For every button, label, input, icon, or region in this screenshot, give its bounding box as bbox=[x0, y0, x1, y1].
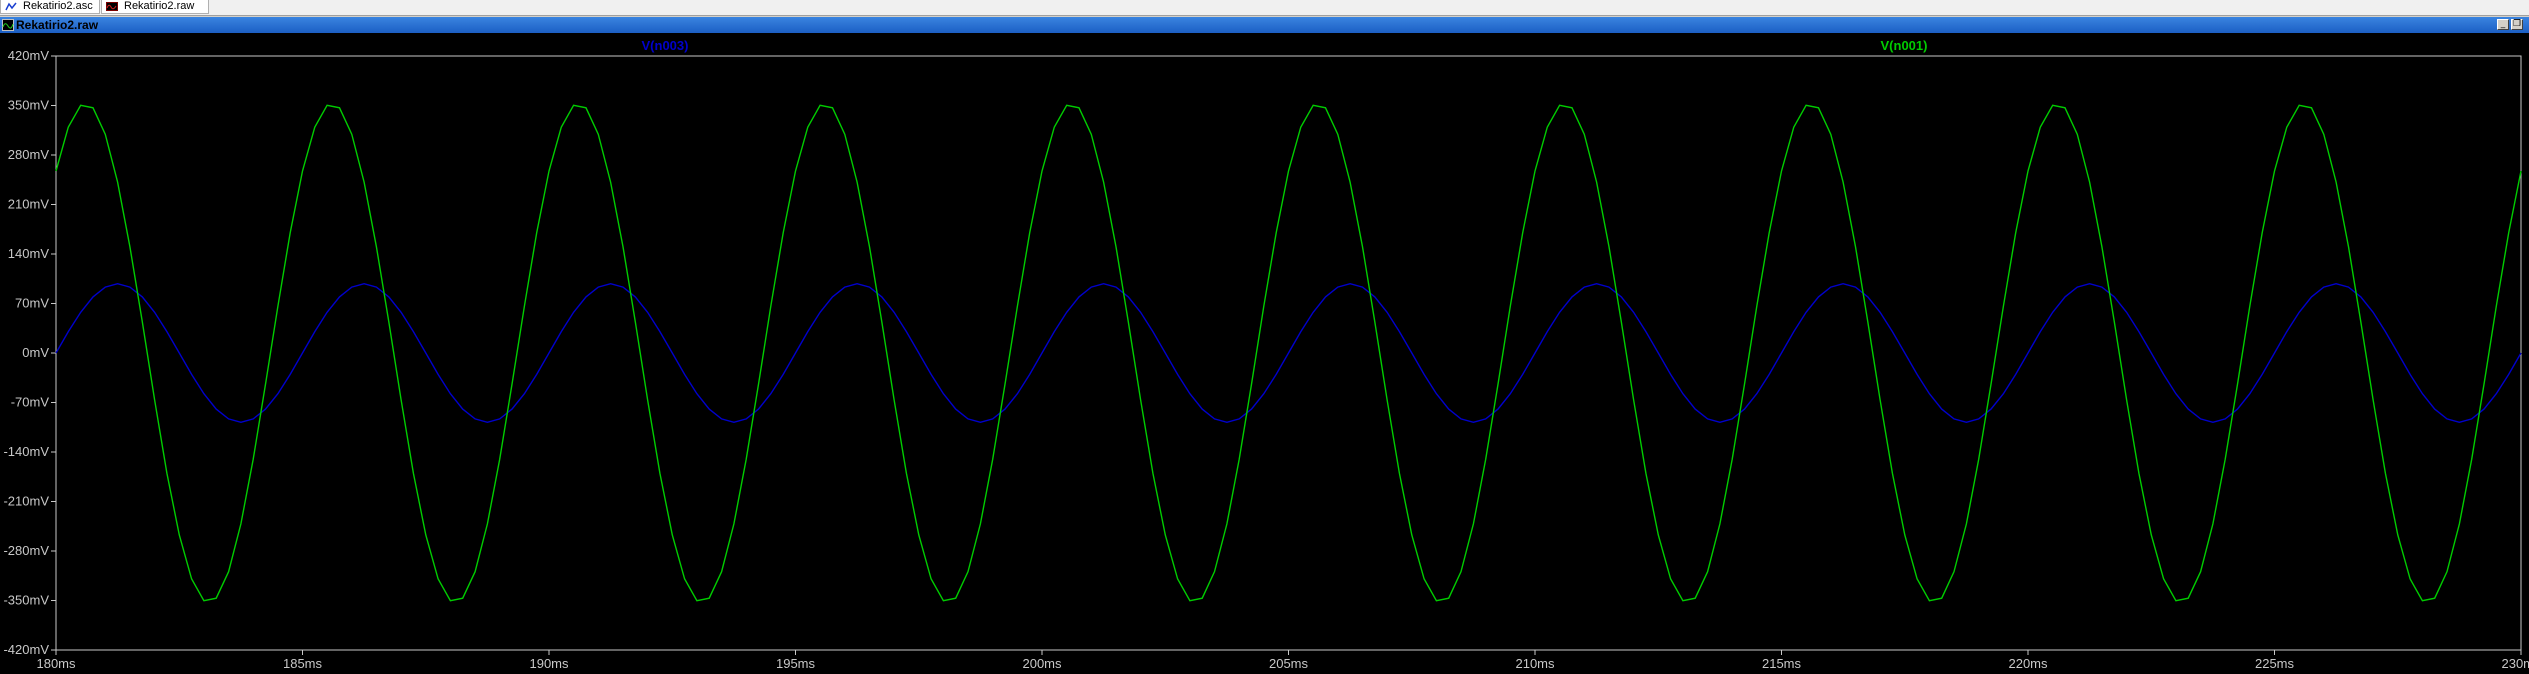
waveform-icon bbox=[106, 2, 118, 11]
y-tick-label: -420mV bbox=[3, 642, 49, 657]
y-tick-label: 70mV bbox=[15, 296, 49, 311]
x-tick-label: 190ms bbox=[529, 656, 569, 671]
x-tick-label: 215ms bbox=[1762, 656, 1802, 671]
waveform-plot[interactable]: 420mV 350mV 280mV 210mV 140mV 70mV 0mV -70mV -14… bbox=[0, 33, 2529, 674]
window-title: Rekatirio2.raw bbox=[16, 18, 99, 32]
waveform-window-icon bbox=[2, 19, 14, 31]
schematic-icon bbox=[5, 2, 17, 11]
y-tick-label: 350mV bbox=[8, 98, 50, 113]
tab-waveform[interactable]: Rekatirio2.raw bbox=[101, 0, 209, 14]
legend-vn003[interactable]: V(n003) bbox=[642, 38, 689, 53]
waveform-viewer[interactable]: 420mV 350mV 280mV 210mV 140mV 70mV 0mV -70mV -14… bbox=[0, 33, 2529, 674]
tab-label: Rekatirio2.raw bbox=[124, 0, 195, 12]
y-tick-label: -210mV bbox=[3, 494, 49, 509]
y-tick-label: -70mV bbox=[11, 395, 50, 410]
x-tick-label: 195ms bbox=[776, 656, 816, 671]
x-tick-label: 200ms bbox=[1022, 656, 1062, 671]
x-tick-label: 210ms bbox=[1515, 656, 1555, 671]
document-tab-bar: Rekatirio2.asc Rekatirio2.raw bbox=[0, 0, 2529, 16]
y-tick-label: -280mV bbox=[3, 543, 49, 558]
x-tick-label: 185ms bbox=[283, 656, 323, 671]
x-tick-label: 225ms bbox=[2255, 656, 2295, 671]
legend-vn001[interactable]: V(n001) bbox=[1881, 38, 1928, 53]
y-axis: 420mV 350mV 280mV 210mV 140mV 70mV 0mV -70mV -14… bbox=[3, 48, 56, 657]
plot-window-titlebar[interactable]: Rekatirio2.raw _ ❐ bbox=[0, 17, 2529, 33]
restore-button[interactable]: ❐ bbox=[2511, 19, 2523, 30]
tab-schematic[interactable]: Rekatirio2.asc bbox=[0, 0, 100, 14]
x-axis: 180ms 185ms 190ms 195ms 200ms 205ms 210ms 215ms… bbox=[36, 650, 2529, 671]
y-tick-label: 420mV bbox=[8, 48, 50, 63]
x-tick-label: 230ms bbox=[2501, 656, 2529, 671]
y-tick-label: -350mV bbox=[3, 593, 49, 608]
minimize-button[interactable]: _ bbox=[2497, 19, 2509, 30]
x-tick-label: 180ms bbox=[36, 656, 76, 671]
y-tick-label: 210mV bbox=[8, 197, 50, 212]
y-tick-label: 280mV bbox=[8, 147, 50, 162]
tab-label: Rekatirio2.asc bbox=[23, 0, 93, 12]
x-tick-label: 205ms bbox=[1269, 656, 1309, 671]
trace-vn003[interactable] bbox=[55, 282, 2522, 424]
trace-legend[interactable]: V(n003) V(n001) bbox=[642, 38, 1928, 53]
y-tick-label: -140mV bbox=[3, 444, 49, 459]
y-tick-label: 0mV bbox=[22, 345, 49, 360]
traces bbox=[55, 104, 2522, 602]
x-tick-label: 220ms bbox=[2008, 656, 2048, 671]
y-tick-label: 140mV bbox=[8, 246, 50, 261]
